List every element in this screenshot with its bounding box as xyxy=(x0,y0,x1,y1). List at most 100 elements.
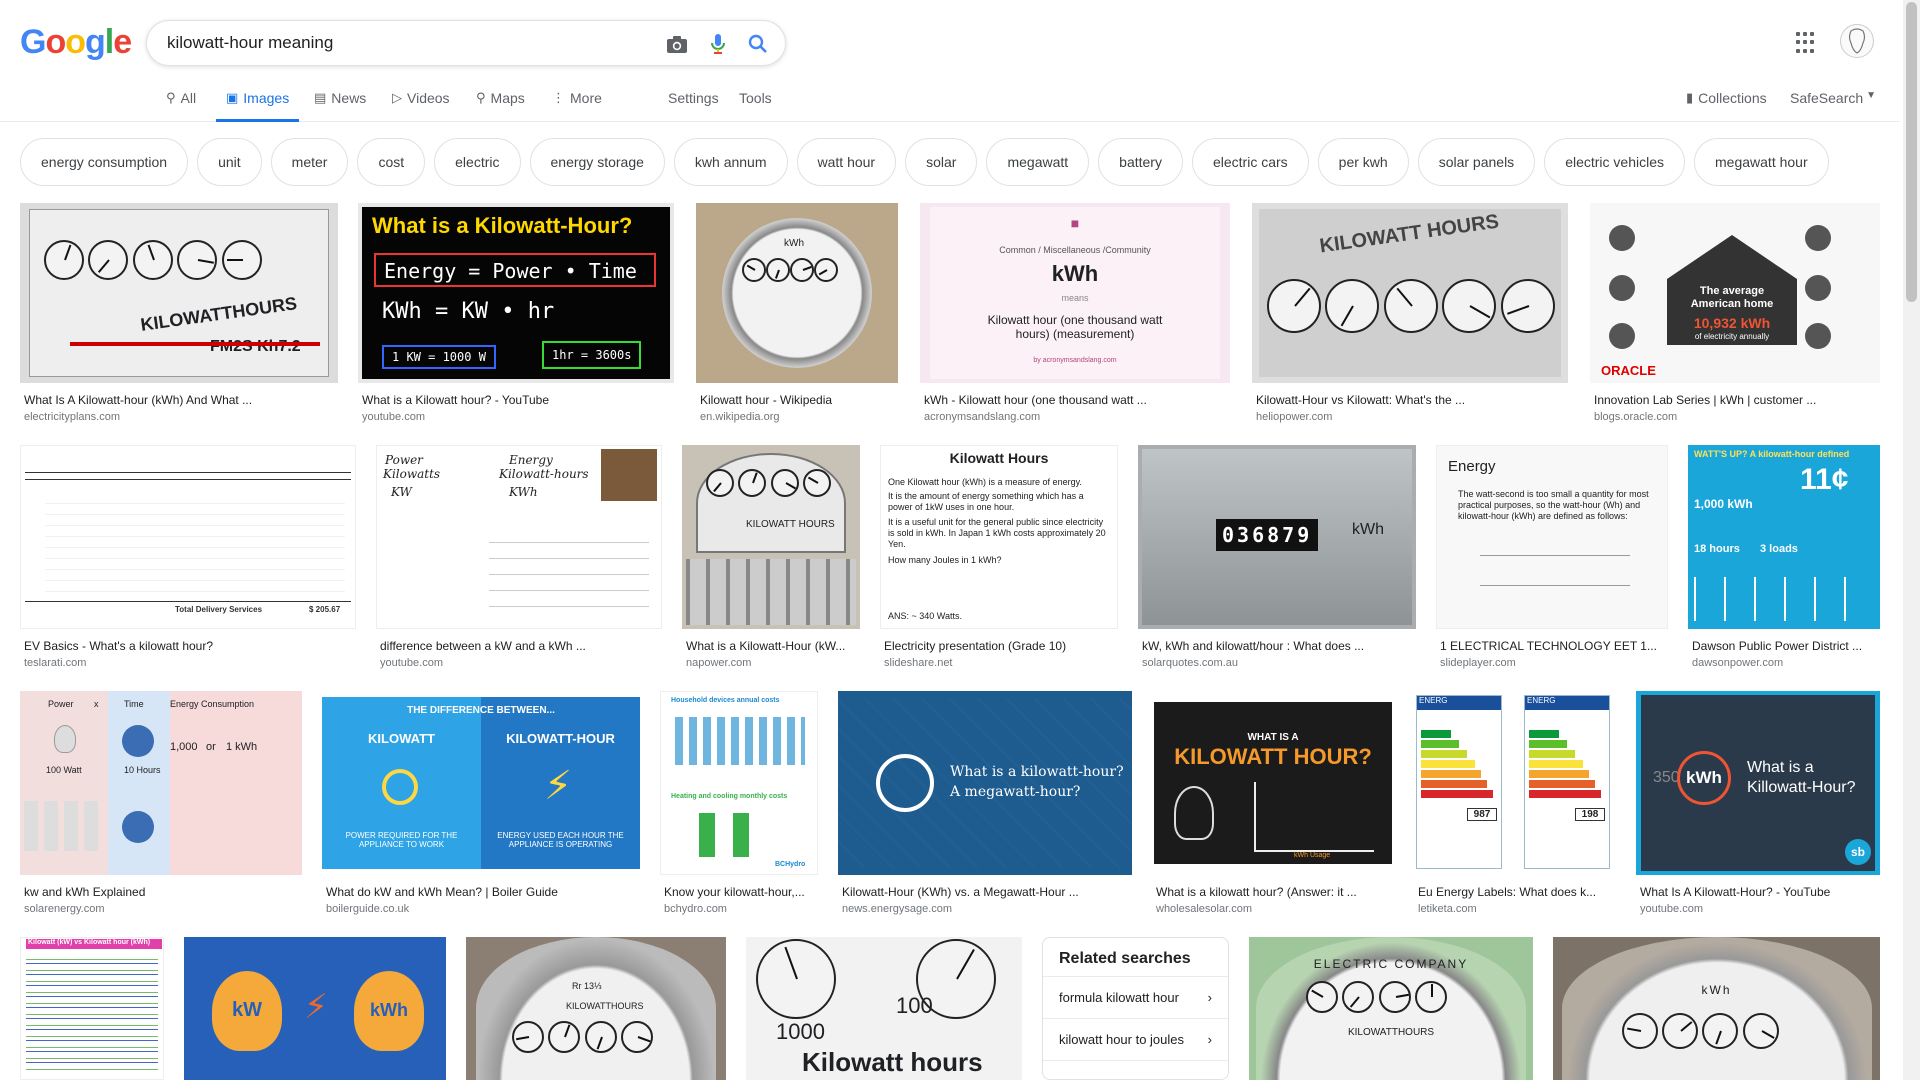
chip[interactable]: electric cars xyxy=(1191,138,1309,186)
result-thumbnail: ELECTRIC COMPANY KILOWATTHOURS xyxy=(1249,937,1533,1080)
result-thumbnail: Rr 13⅓ KILOWATTHOURS xyxy=(466,937,726,1080)
lightning-icon: ⚡ xyxy=(544,764,573,808)
search-icon: ⚲ xyxy=(166,90,176,105)
collections-button[interactable]: ▮ Collections xyxy=(1686,86,1767,122)
lightning-icon: ⚡ xyxy=(304,988,328,1026)
safesearch-button[interactable]: SafeSearch ▼ xyxy=(1790,86,1881,122)
chip[interactable]: per kwh xyxy=(1317,138,1409,186)
chip[interactable]: megawatt hour xyxy=(1694,138,1829,186)
image-result[interactable]: Household devices annual costs Heating a… xyxy=(660,691,818,917)
image-result[interactable]: kWh xyxy=(1553,937,1880,1080)
result-thumbnail: 100 1000 Kilowatt hours xyxy=(746,937,1022,1080)
image-result[interactable]: ■ Common / Miscellaneous /Community kWh … xyxy=(920,203,1230,425)
tab-tools[interactable]: Tools xyxy=(739,86,772,122)
result-thumbnail: What is a kilowatt-hour? A megawatt-hour… xyxy=(838,691,1132,875)
result-thumbnail: WHAT IS A KILOWATT HOUR? kWh Usage xyxy=(1152,691,1394,875)
result-thumbnail: Power x Time Energy Consumption 100 Watt… xyxy=(20,691,302,875)
tab-more[interactable]: ⋮ More xyxy=(552,86,602,122)
scrollbar-thumb[interactable] xyxy=(1906,2,1917,302)
map-icon: ⚲ xyxy=(476,90,486,105)
chip[interactable]: megawatt xyxy=(986,138,1090,186)
scrollbar[interactable] xyxy=(1903,0,1920,1080)
tab-videos[interactable]: ▷ Videos xyxy=(392,86,450,122)
image-result[interactable]: KILOWATTHOURS FM2S Kh7.2 What Is A Kilow… xyxy=(20,203,338,425)
avatar[interactable] xyxy=(1840,24,1874,58)
result-thumbnail: What is a Kilowatt-Hour? Energy = Power … xyxy=(358,203,674,383)
image-result[interactable]: WATT'S UP? A kilowatt-hour defined 11¢ 1… xyxy=(1688,445,1880,671)
result-thumbnail: The average American home 10,932 kWh of … xyxy=(1590,203,1880,383)
image-result[interactable]: Rr 13⅓ KILOWATTHOURS xyxy=(466,937,726,1080)
chip[interactable]: energy storage xyxy=(529,138,665,186)
chip[interactable]: watt hour xyxy=(796,138,897,186)
image-result[interactable]: 100 1000 Kilowatt hours xyxy=(746,937,1022,1080)
result-thumbnail: 036879 kWh xyxy=(1138,445,1416,629)
caret-down-icon: ▼ xyxy=(1866,90,1877,101)
chip[interactable]: solar xyxy=(905,138,978,186)
chip[interactable]: meter xyxy=(270,138,349,186)
chip[interactable]: energy consumption xyxy=(20,138,189,186)
result-thumbnail: kWh xyxy=(696,203,898,383)
chevron-right-icon: › xyxy=(1207,990,1212,1005)
image-result[interactable]: The average American home 10,932 kWh of … xyxy=(1590,203,1880,425)
image-result[interactable]: WHAT IS A KILOWATT HOUR? kWh Usage What … xyxy=(1152,691,1394,917)
search-icon[interactable] xyxy=(745,31,771,57)
image-result[interactable]: Kilowatt (kW) vs Kilowatt hour (kWh) xyxy=(20,937,164,1080)
image-result[interactable]: Total Delivery Services $ 205.67 EV Basi… xyxy=(20,445,356,671)
search-tabs: ⚲ All ▣ Images ▤ News ▷ Videos ⚲ Maps ⋮ More S… xyxy=(0,86,1900,122)
related-search-item[interactable]: formula kilowatt hour › xyxy=(1043,976,1228,1018)
result-thumbnail: ENERG 987 ENERG 198 xyxy=(1414,691,1616,875)
image-result[interactable]: Energy The watt-second is too small a qu… xyxy=(1436,445,1668,671)
result-thumbnail: KILOWATT HOURS xyxy=(682,445,860,629)
image-result[interactable]: What is a Kilowatt-Hour? Energy = Power … xyxy=(358,203,674,425)
tab-all[interactable]: ⚲ All xyxy=(166,86,196,122)
gauge-icon xyxy=(876,754,934,812)
result-thumbnail: WATT'S UP? A kilowatt-hour defined 11¢ 1… xyxy=(1688,445,1880,629)
chip[interactable]: cost xyxy=(357,138,426,186)
related-searches-heading: Related searches xyxy=(1059,950,1191,967)
image-result[interactable]: KILOWATT HOURS What is a Kilowatt-Hour (… xyxy=(682,445,860,671)
bookmark-icon: ▮ xyxy=(1686,90,1694,105)
result-thumbnail: 350 kWh What is a Killowatt-Hour? sb xyxy=(1636,691,1880,875)
image-result[interactable]: Power x Time Energy Consumption 100 Watt… xyxy=(20,691,302,917)
result-thumbnail: ■ Common / Miscellaneous /Community kWh … xyxy=(920,203,1230,383)
tab-news[interactable]: ▤ News xyxy=(314,86,366,122)
camera-icon[interactable] xyxy=(664,31,690,57)
chip[interactable]: electric xyxy=(434,138,521,186)
image-result[interactable]: What is a kilowatt-hour? A megawatt-hour… xyxy=(838,691,1132,917)
image-result[interactable]: Power Kilowatts KW Energy Kilowatt-hours… xyxy=(376,445,662,671)
result-thumbnail: Energy The watt-second is too small a qu… xyxy=(1436,445,1668,629)
tab-settings[interactable]: Settings xyxy=(668,86,719,122)
related-search-item[interactable] xyxy=(1043,1060,1228,1079)
power-icon xyxy=(382,769,418,805)
tab-maps[interactable]: ⚲ Maps xyxy=(476,86,525,122)
tab-images[interactable]: ▣ Images xyxy=(216,86,300,122)
chip[interactable]: kwh annum xyxy=(673,138,788,186)
image-result[interactable]: kWh Kilowatt hour - Wikipedia en.wikiped… xyxy=(696,203,898,425)
google-logo[interactable]: Google xyxy=(20,23,132,62)
chip[interactable]: electric vehicles xyxy=(1544,138,1686,186)
image-result[interactable]: 350 kWh What is a Killowatt-Hour? sb Wha… xyxy=(1636,691,1880,917)
lightbulb-icon xyxy=(1174,786,1214,840)
result-thumbnail: KILOWATTHOURS FM2S Kh7.2 xyxy=(20,203,338,383)
image-result[interactable]: 036879 kWh kW, kWh and kilowatt/hour : W… xyxy=(1138,445,1416,671)
image-result[interactable]: ELECTRIC COMPANY KILOWATTHOURS xyxy=(1249,937,1533,1080)
related-search-item[interactable]: kilowatt hour to joules › xyxy=(1043,1018,1228,1060)
result-thumbnail: Kilowatt (kW) vs Kilowatt hour (kWh) xyxy=(20,937,164,1080)
chip[interactable]: battery xyxy=(1098,138,1183,186)
result-thumbnail: kW ⚡ kWh xyxy=(184,937,446,1080)
result-thumbnail: kWh xyxy=(1553,937,1880,1080)
search-box[interactable] xyxy=(146,20,786,66)
image-icon: ▣ xyxy=(226,90,239,105)
search-input[interactable] xyxy=(167,21,647,65)
video-icon: ▷ xyxy=(392,90,402,105)
image-result[interactable]: kW ⚡ kWh xyxy=(184,937,446,1080)
mic-icon[interactable] xyxy=(705,31,731,57)
image-result[interactable]: Kilowatt Hours One Kilowatt hour (kWh) i… xyxy=(880,445,1118,671)
apps-grid-icon[interactable] xyxy=(1796,32,1818,54)
news-icon: ▤ xyxy=(314,90,327,105)
image-result[interactable]: KILOWATT HOURS Kilowatt-Hour vs Kilowatt… xyxy=(1252,203,1568,425)
chip[interactable]: solar panels xyxy=(1417,138,1536,186)
image-result[interactable]: THE DIFFERENCE BETWEEN... KILOWATT KILOW… xyxy=(322,691,640,917)
image-result[interactable]: ENERG 987 ENERG 198 Eu Energy Labels: Wh… xyxy=(1414,691,1616,917)
chip[interactable]: unit xyxy=(197,138,262,186)
